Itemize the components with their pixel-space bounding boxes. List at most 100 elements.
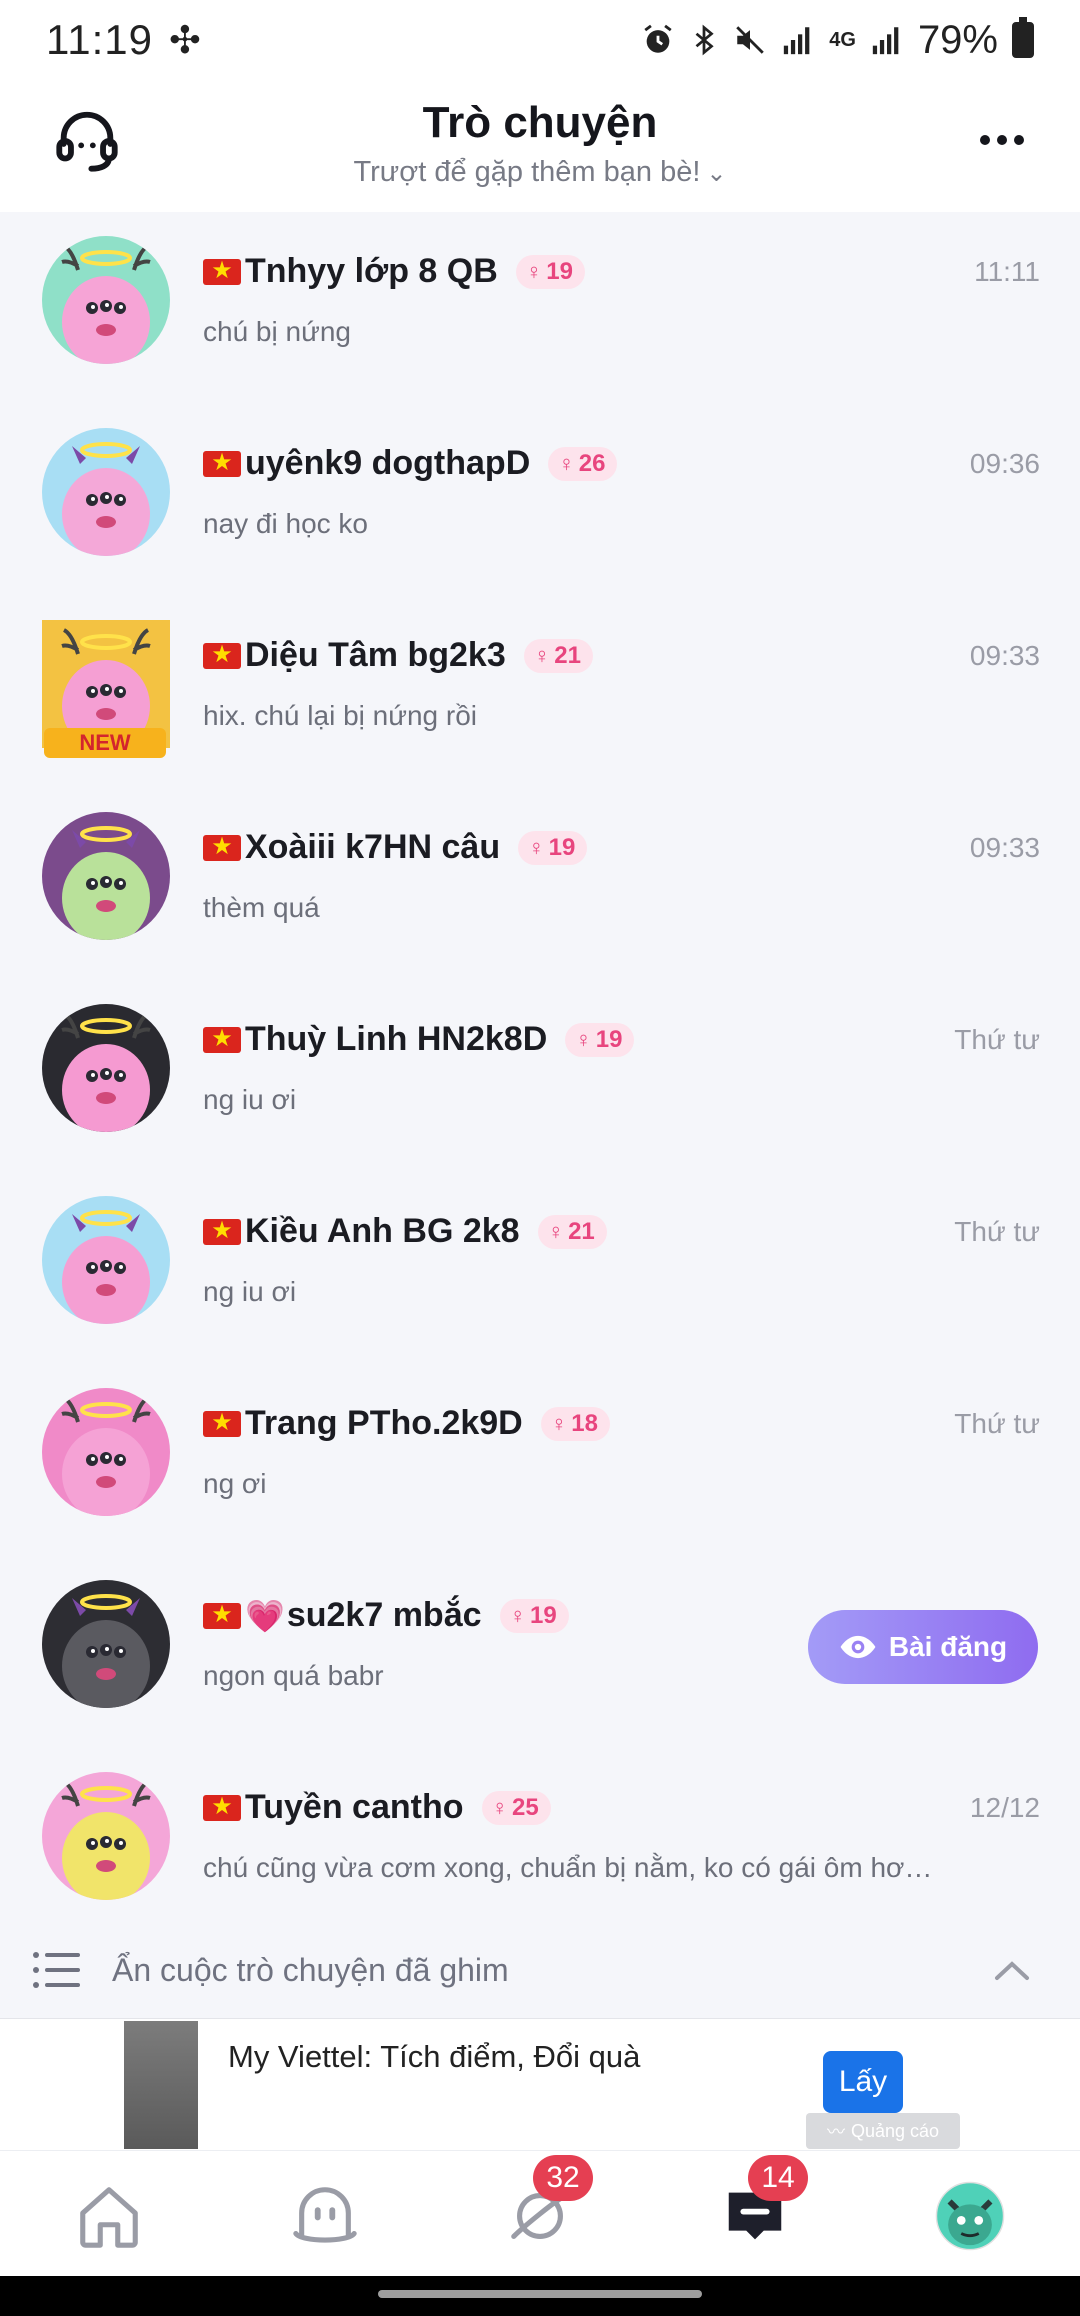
avatar[interactable] (42, 1580, 170, 1708)
bottom-nav: 32 14 (0, 2150, 1080, 2276)
chat-last-message: thèm quá (203, 892, 320, 923)
ad-get-button[interactable]: Lấy (823, 2051, 903, 2113)
hide-pinned-bar[interactable]: Ẩn cuộc trò chuyện đã ghim (0, 1920, 1080, 2020)
status-bar: 11:19 ✣ 4G 79% (0, 0, 1080, 80)
age-text: 19 (595, 1025, 623, 1053)
female-age-badge: ♀ 18 (540, 1406, 610, 1441)
age-text: 19 (530, 1601, 557, 1629)
chat-row[interactable]: Tuyền cantho ♀25 chú cũng vừa cơm xong, … (0, 1748, 1080, 1940)
chat-row[interactable]: Kiều Anh BG 2k8 ♀21 ng iu ơi Thứ tư (0, 1172, 1080, 1364)
more-dots-icon[interactable] (980, 120, 1026, 160)
chat-last-message: chú cũng vừa cơm xong, chuẩn bị nằm, ko … (203, 1852, 933, 1883)
age-text: 21 (554, 641, 581, 669)
chat-timestamp: Thứ tư (954, 1024, 1040, 1055)
pinwheel-icon: ✣ (169, 19, 201, 62)
avatar[interactable] (42, 236, 170, 364)
gesture-bar (0, 2276, 1080, 2316)
avatar[interactable] (42, 1196, 170, 1324)
nav-home[interactable] (74, 2181, 144, 2251)
female-age-badge: ♀ 19 (518, 830, 588, 865)
chat-timestamp: 09:36 (969, 448, 1040, 479)
nav-discover[interactable]: 32 (505, 2155, 593, 2251)
age-text: 19 (546, 257, 573, 285)
chat-row[interactable]: Trang PTho.2k9D ♀18 ng ơi Thứ tư (0, 1364, 1080, 1556)
chat-name-line: uyênk9 dogthapD ♀26 (203, 444, 618, 483)
chevron-down-icon: ⌄ (706, 160, 727, 187)
chat-row[interactable]: Tnhyy lớp 8 QB ♀19 chú bị nứng 11:11 (0, 212, 1080, 404)
chat-name: Xoàiii k7HN câu (245, 828, 501, 866)
alarm-icon (644, 24, 672, 53)
female-age-badge: ♀ 19 (565, 1022, 635, 1057)
chat-timestamp: Thứ tư (954, 1408, 1040, 1439)
ad-banner[interactable]: My Viettel: Tích điểm, Đổi quà Lấy 〰 Quả… (0, 2018, 1080, 2150)
chat-timestamp: 09:33 (969, 832, 1040, 863)
home-icon (80, 2187, 138, 2248)
female-age-badge: ♀ 19 (499, 1598, 569, 1633)
chat-name-line: Tnhyy lớp 8 QB ♀19 (203, 252, 585, 291)
vietnam-flag-icon (203, 1791, 241, 1823)
nav-match[interactable] (290, 2181, 360, 2251)
age-text: 26 (578, 449, 606, 477)
chat-name: Kiều Anh BG 2k8 (245, 1212, 520, 1250)
swipe-hint[interactable]: Trượt để gặp thêm bạn bè! ⌄ (0, 156, 1080, 189)
chat-last-message: chú bị nứng (203, 316, 351, 347)
chat-name-line: Xoàiii k7HN câu ♀19 (203, 828, 588, 867)
chat-list: Tnhyy lớp 8 QB ♀19 chú bị nứng 11:11 uyê… (0, 212, 1080, 1940)
heart-emoji-icon: 💗 (245, 1597, 285, 1634)
vietnam-flag-icon (203, 1407, 241, 1439)
vietnam-flag-icon (203, 831, 241, 863)
chat-timestamp: Thứ tư (954, 1216, 1040, 1247)
chevron-up-icon[interactable] (994, 1958, 1030, 1982)
chat-name: uyênk9 dogthapD (245, 444, 531, 482)
chat-last-message: ng iu ơi (203, 1276, 297, 1307)
avatar[interactable] (42, 1388, 170, 1516)
chat-timestamp: 09:33 (969, 640, 1040, 671)
female-age-badge: ♀ 21 (537, 1214, 607, 1249)
avatar-monster-image (42, 236, 170, 364)
list-icon (33, 1952, 80, 1988)
view-post-button[interactable]: Bài đăng (808, 1610, 1038, 1684)
chat-name: Diệu Tâm bg2k3 (245, 636, 506, 674)
chat-row[interactable]: Thuỳ Linh HN2k8D ♀19 ng iu ơi Thứ tư (0, 980, 1080, 1172)
ad-wave-icon: 〰 (826, 2122, 845, 2142)
female-icon: ♀ (528, 834, 545, 860)
chat-row[interactable]: Diệu Tâm bg2k3 ♀21 hix. chú lại bị nứng … (0, 596, 1080, 788)
vietnam-flag-icon (203, 255, 241, 287)
chat-name-line: Thuỳ Linh HN2k8D ♀19 (203, 1020, 635, 1059)
avatar[interactable] (42, 1004, 170, 1132)
female-icon: ♀ (575, 1026, 592, 1052)
chat-timestamp: 11:11 (974, 256, 1040, 287)
vietnam-flag-icon (203, 1215, 241, 1247)
vietnam-flag-icon (203, 447, 241, 479)
chat-timestamp: 12/12 (969, 1792, 1040, 1823)
female-age-badge: ♀ 19 (515, 254, 585, 289)
chat-row[interactable]: 💗 su2k7 mbắc ♀19 ngon quá babr Bài đăng (0, 1556, 1080, 1748)
avatar-monster-image (42, 1772, 170, 1900)
mute-icon (736, 26, 765, 54)
chat-name: Tnhyy lớp 8 QB (245, 252, 498, 290)
female-icon: ♀ (550, 1410, 568, 1436)
match-face-icon (293, 2187, 357, 2243)
chat-row[interactable]: Xoàiii k7HN câu ♀19 thèm quá 09:33 (0, 788, 1080, 980)
nav-profile[interactable] (935, 2181, 1005, 2251)
female-icon: ♀ (558, 450, 575, 476)
chat-row[interactable]: uyênk9 dogthapD ♀26 nay đi học ko 09:36 (0, 404, 1080, 596)
chat-last-message: nay đi học ko (203, 508, 368, 539)
nav-messages[interactable]: 14 (720, 2155, 808, 2251)
female-icon: ♀ (547, 1218, 565, 1244)
age-text: 19 (548, 833, 576, 861)
chat-last-message: ng ơi (203, 1468, 267, 1499)
chat-header: Trò chuyện Trượt để gặp thêm bạn bè! ⌄ (0, 80, 1080, 212)
view-post-label: Bài đăng (888, 1631, 1008, 1662)
bluetooth-icon (695, 24, 714, 56)
home-indicator[interactable] (378, 2290, 702, 2298)
avatar-monster-image (42, 1388, 170, 1516)
messages-badge: 14 (748, 2155, 808, 2201)
vietnam-flag-icon (203, 1023, 241, 1055)
avatar-monster-image (42, 812, 170, 940)
status-icons: 4G 79% (641, 17, 1034, 63)
avatar[interactable] (42, 1772, 170, 1900)
signal-icon (784, 27, 810, 55)
avatar[interactable] (42, 428, 170, 556)
avatar[interactable] (42, 812, 170, 940)
